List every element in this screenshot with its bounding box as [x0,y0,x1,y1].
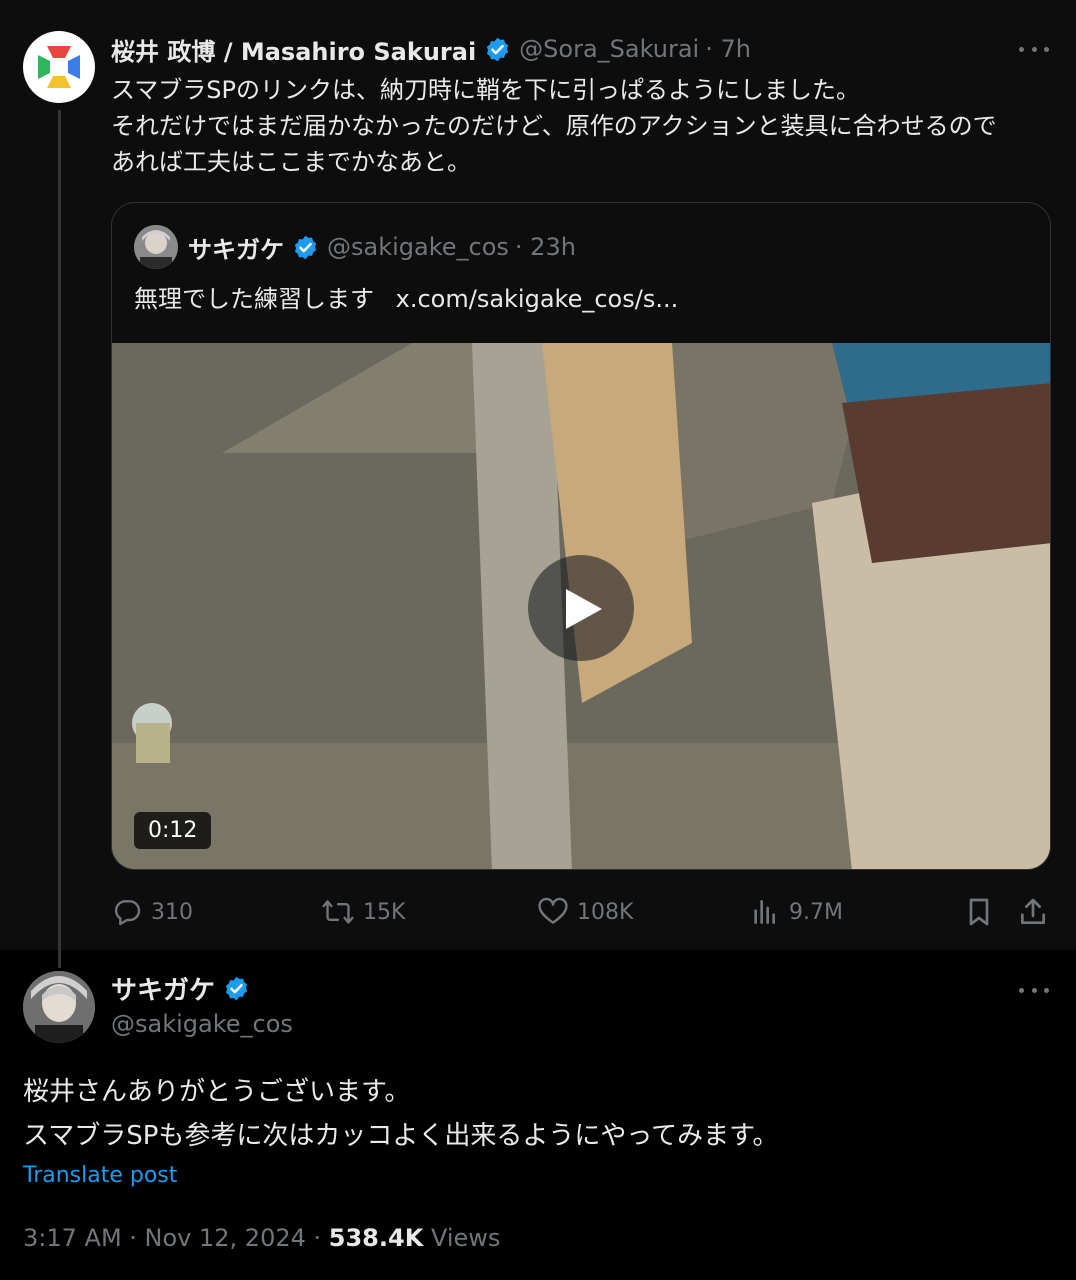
post-text-line: それだけではまだ届かなかったのだけど、原作のアクションと装具に合わせるので [111,112,997,140]
repost-count: 15K [363,899,406,925]
more-options-icon[interactable] [1019,985,1049,995]
views-count: 538.4K [328,1224,424,1252]
verified-badge-icon [294,235,317,259]
avatar-image [23,971,95,1043]
reply-post-header: サキガケ @sakigake_cos [111,970,293,1039]
reply-text-line: 桜井さんありがとうございます。 [23,1077,411,1107]
post-text: スマブラSPのリンクは、納刀時に鞘を下に引っぱるようにしました。 それだけではま… [111,72,1051,180]
author-handle[interactable]: @Sora_Sakurai [519,35,699,63]
verified-badge-icon [487,37,509,61]
bookmark-icon [969,898,989,926]
more-options-icon[interactable] [1019,44,1049,54]
analytics-icon [754,900,775,924]
quoted-post[interactable]: サキガケ @sakigake_cos · 23h 無理でした練習します x.co… [111,202,1051,870]
post-metadata: 3:17 AM · Nov 12, 2024 · 538.4K Views [23,1224,500,1252]
post-timestamp[interactable]: 3:17 AM · Nov 12, 2024 · [23,1224,321,1252]
post-text-line: あれば工夫はここまでかなあと。 [111,148,471,176]
repost-button[interactable]: 15K [321,892,405,932]
bookmark-button[interactable] [963,892,1003,932]
post-time[interactable]: · 7h [705,35,751,63]
reply-text-line: スマブラSPも参考に次はカッコよく出来るようにやってみます。 [23,1121,779,1151]
quoted-text: 無理でした練習します x.com/sakigake_cos/s... [134,279,678,314]
reply-count: 310 [151,899,193,925]
quoted-time: · 23h [514,233,576,261]
author-name[interactable]: 桜井 政博 / Masahiro Sakurai [111,32,476,67]
quoted-handle: @sakigake_cos [327,233,509,261]
video-duration: 0:12 [134,812,212,849]
quoted-avatar [134,225,178,269]
post-text-line: スマブラSPのリンクは、納刀時に鞘を下に引っぱるようにしました。 [111,76,860,104]
share-icon [1021,898,1045,924]
like-count: 108K [577,899,634,925]
avatar[interactable] [23,31,95,103]
verified-badge-icon [225,976,248,1000]
translate-post-link[interactable]: Translate post [23,1163,177,1188]
logo-icon [38,46,80,88]
quoted-text-body: 無理でした練習します [134,285,374,313]
reply-author-name[interactable]: サキガケ [111,970,215,1007]
quoted-post-header: サキガケ @sakigake_cos · 23h [134,225,576,269]
reply-post-text: 桜井さんありがとうございます。 スマブラSPも参考に次はカッコよく出来るようにや… [23,1070,1053,1158]
like-button[interactable]: 108K [537,892,633,932]
play-button[interactable] [528,555,634,661]
views-button[interactable]: 9.7M [749,892,843,932]
play-icon [566,589,602,629]
reply-avatar[interactable] [23,971,95,1043]
main-post[interactable]: 桜井 政博 / Masahiro Sakurai @Sora_Sakurai ·… [0,0,1076,968]
reply-author-handle[interactable]: @sakigake_cos [111,1010,293,1038]
quoted-link[interactable]: x.com/sakigake_cos/s... [396,285,679,313]
heart-icon [538,897,568,924]
share-button[interactable] [1017,892,1057,932]
post-header: 桜井 政博 / Masahiro Sakurai @Sora_Sakurai ·… [111,32,751,66]
view-count: 9.7M [789,899,843,925]
repost-icon [322,900,354,924]
post-actions: 310 15K 108K 9.7M [111,892,1051,932]
thread-connector-line [58,110,61,968]
reply-button[interactable]: 310 [111,892,193,932]
quoted-author-name[interactable]: サキガケ [188,230,284,265]
video-player[interactable]: 0:12 [112,343,1050,869]
reply-icon [114,900,141,926]
views-label: Views [430,1224,501,1252]
